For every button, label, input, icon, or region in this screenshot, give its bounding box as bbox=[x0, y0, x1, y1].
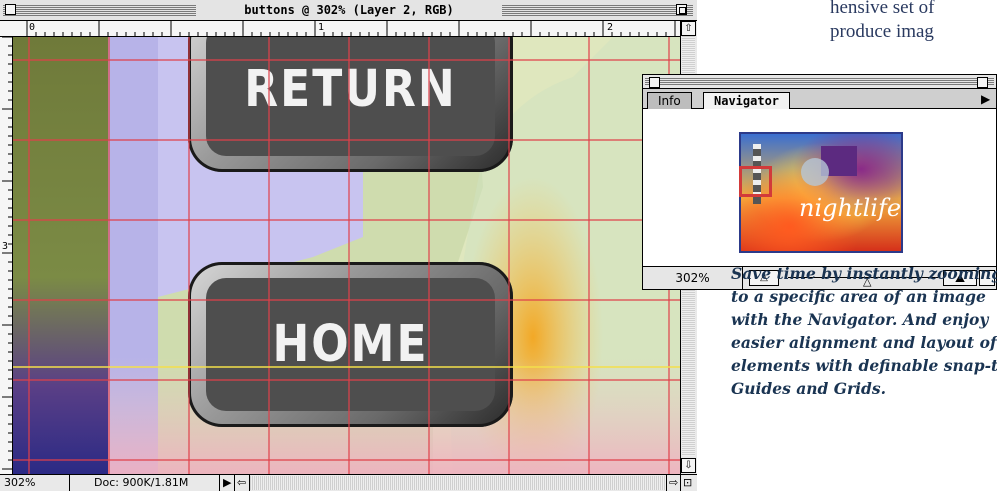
navigator-view-box[interactable] bbox=[739, 166, 772, 197]
tab-navigator[interactable]: Navigator bbox=[703, 92, 791, 109]
close-box-icon[interactable] bbox=[5, 4, 16, 15]
navigator-palette: Info Navigator ▶ nightlife 302% △ △ ⛰ bbox=[642, 74, 997, 290]
zoom-box-icon[interactable] bbox=[676, 4, 687, 15]
grid-overlay bbox=[13, 37, 680, 474]
navigator-zoom-level[interactable]: 302% bbox=[643, 267, 743, 289]
caption-line-4: easier alignment and layout of bbox=[731, 333, 997, 352]
scroll-up-arrow-icon[interactable]: ⇧ bbox=[681, 21, 696, 36]
page-body-text-line-1: hensive set of bbox=[830, 0, 935, 18]
palette-close-box-icon[interactable] bbox=[649, 77, 660, 88]
status-menu-arrow-icon[interactable]: ▶ bbox=[220, 475, 235, 491]
caption-line-6: Guides and Grids. bbox=[731, 379, 887, 398]
ruler-label-2: 2 bbox=[607, 22, 614, 33]
document-window: buttons @ 302% (Layer 2, RGB) 0 1 2 3 RE… bbox=[0, 0, 697, 491]
left-ruler-ticks bbox=[2, 37, 13, 470]
zoom-level[interactable]: 302% bbox=[0, 475, 70, 491]
palette-tabs: Info Navigator ▶ bbox=[643, 89, 996, 109]
status-bar: 302% Doc: 900K/1.81M ▶ ⇦ ⇨ ⊡ bbox=[0, 474, 697, 491]
scroll-right-arrow-icon[interactable]: ⇨ bbox=[666, 475, 681, 491]
horizontal-scroll-track[interactable] bbox=[250, 476, 666, 490]
page-body-text-line-2: produce imag bbox=[830, 21, 934, 42]
navigator-preview-area[interactable]: nightlife bbox=[643, 109, 996, 267]
resize-box-icon[interactable]: ⊡ bbox=[681, 475, 697, 491]
window-title: buttons @ 302% (Layer 2, RGB) bbox=[196, 2, 502, 18]
thumbnail-circle bbox=[801, 158, 829, 186]
caption-line-3: with the Navigator. And enjoy bbox=[731, 310, 989, 329]
top-ruler[interactable]: 0 1 2 bbox=[0, 21, 680, 37]
caption-line-1: Save time by instantly zooming bbox=[731, 264, 997, 283]
caption-line-5: elements with definable snap-to bbox=[731, 356, 997, 375]
ruler-label-1: 1 bbox=[318, 22, 325, 33]
palette-zoom-box-icon[interactable] bbox=[977, 77, 988, 88]
left-ruler[interactable]: 3 bbox=[0, 37, 13, 474]
palette-title-bar[interactable] bbox=[643, 75, 996, 89]
ruler-label-3: 3 bbox=[2, 241, 9, 252]
scroll-left-arrow-icon[interactable]: ⇦ bbox=[235, 475, 250, 491]
doc-size-info: Doc: 900K/1.81M bbox=[70, 475, 220, 491]
caption-line-2: to a specific area of an image bbox=[731, 287, 986, 306]
palette-menu-arrow-icon[interactable]: ▶ bbox=[981, 92, 990, 106]
palette-title-stripes bbox=[645, 78, 994, 86]
image-canvas[interactable]: RETURN HOME bbox=[13, 37, 680, 474]
window-title-bar[interactable]: buttons @ 302% (Layer 2, RGB) bbox=[0, 0, 697, 21]
tab-info[interactable]: Info bbox=[647, 92, 692, 109]
thumbnail-text: nightlife bbox=[799, 194, 902, 222]
scroll-down-arrow-icon[interactable]: ⇩ bbox=[681, 458, 696, 473]
ruler-label-0: 0 bbox=[29, 22, 36, 33]
top-ruler-ticks bbox=[26, 21, 676, 37]
